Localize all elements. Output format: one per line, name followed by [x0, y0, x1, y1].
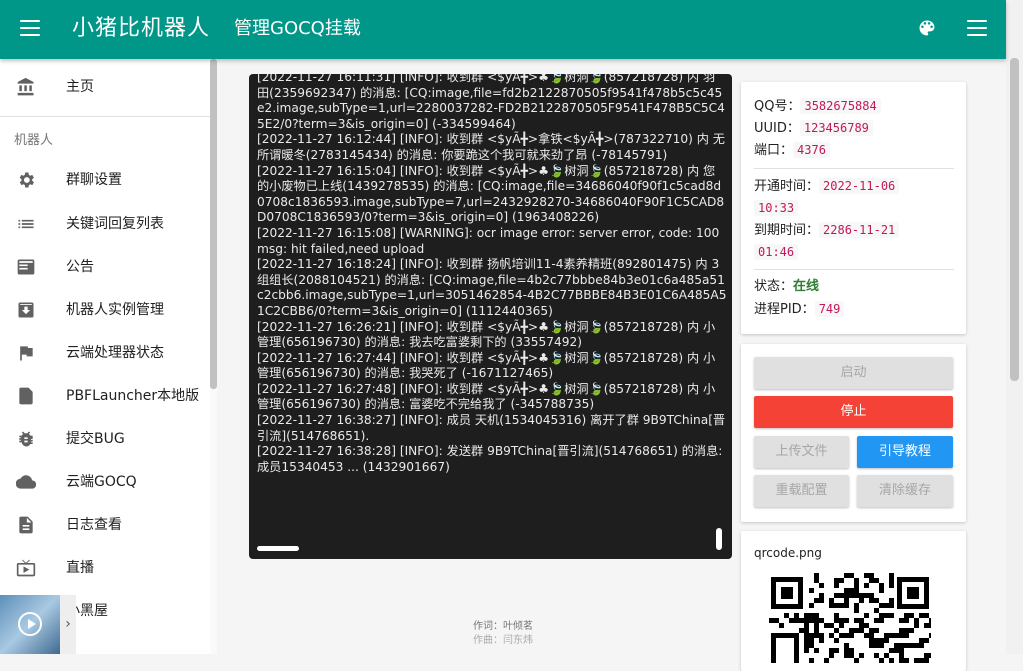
expire-time: 01:46 [754, 244, 799, 260]
window-scrollbar[interactable] [1006, 0, 1023, 654]
cloud-icon [16, 475, 36, 489]
open-time-label: 开通时间： [754, 179, 820, 194]
palette-icon[interactable] [917, 18, 937, 38]
chevron-right-icon[interactable]: › [60, 595, 76, 654]
sidebar-item-label: 直播 [66, 560, 94, 576]
sidebar-item-label: 提交BUG [66, 431, 125, 447]
archive-icon [18, 302, 34, 318]
open-time: 10:33 [754, 200, 799, 216]
music-credits: 作词：叶倾茗 作曲：闫东炜 [473, 620, 533, 648]
tv-icon [16, 559, 36, 577]
status-row: 状态：在线 [754, 277, 819, 297]
window-scrollbar-thumb[interactable] [1010, 58, 1019, 381]
open-date: 2022-11-06 [819, 178, 900, 194]
qq-row: QQ号： 3582675884 [754, 96, 881, 117]
sidebar-item-instances[interactable]: 机器人实例管理 [0, 289, 210, 332]
open-time-row: 开通时间： 2022-11-06 [754, 176, 900, 197]
bot-info-card: QQ号： 3582675884 UUID： 123456789 端口： 4376 开通… [741, 82, 966, 334]
sidebar: 主页 机器人 群聊设置 关键词回复列表 公告 机器人实例管理 云端处理器状态 P… [0, 59, 211, 654]
status-badge: 在线 [793, 279, 820, 294]
log-output: [2022-11-27 16:11:31] [INFO]: 收到群 <$yÃ╋>… [257, 74, 727, 474]
qrcode-card: qrcode.png [741, 531, 966, 671]
bank-icon [17, 77, 34, 96]
play-icon[interactable] [18, 612, 42, 636]
port-value: 4376 [793, 142, 830, 158]
sidebar-item-cloud-status[interactable]: 云端处理器状态 [0, 332, 210, 375]
sidebar-item-announcement[interactable]: 公告 [0, 246, 210, 289]
app-bar: 小猪比机器人 管理GOCQ挂载 [0, 0, 1006, 59]
sidebar-item-logs[interactable]: 日志查看 [0, 504, 210, 547]
document-icon [19, 516, 33, 534]
sidebar-item-home[interactable]: 主页 [0, 66, 210, 109]
expire-date: 2286-11-21 [819, 222, 900, 238]
actions-card: 启动 停止 上传文件 引导教程 重载配置 清除缓存 [741, 344, 966, 522]
list-icon [18, 219, 34, 229]
info-divider [754, 168, 954, 169]
stop-button[interactable]: 停止 [754, 396, 953, 428]
sidebar-item-label: 关键词回复列表 [66, 216, 164, 232]
more-menu-icon[interactable] [967, 20, 987, 38]
expire-time-row: 到期时间： 2286-11-21 [754, 220, 900, 241]
sidebar-item-group-settings[interactable]: 群聊设置 [0, 159, 210, 202]
port-label: 端口： [754, 143, 794, 158]
sidebar-section-label: 机器人 [14, 133, 54, 148]
terminal-horizontal-scrollbar[interactable] [257, 546, 299, 551]
qrcode-image [769, 573, 931, 663]
sidebar-item-label: 云端GOCQ [66, 474, 137, 490]
flag-icon [20, 346, 33, 361]
sidebar-item-label: 公告 [66, 259, 94, 275]
sidebar-item-label: 群聊设置 [66, 172, 122, 188]
expire-time-row-2: 01:46 [754, 242, 799, 263]
uuid-value: 123456789 [799, 120, 873, 136]
pid-value: 749 [814, 301, 845, 317]
music-mini-player[interactable]: › [0, 595, 76, 654]
page-title: 管理GOCQ挂载 [234, 18, 361, 39]
sidebar-divider [0, 116, 210, 117]
lyricist-credit: 作词：叶倾茗 [473, 621, 533, 632]
status-label: 状态： [754, 279, 794, 294]
sidebar-item-label: 云端处理器状态 [66, 345, 164, 361]
start-button[interactable]: 启动 [754, 357, 953, 389]
sidebar-item-label: 日志查看 [66, 517, 122, 533]
sidebar-item-keyword-replies[interactable]: 关键词回复列表 [0, 203, 210, 246]
gear-icon [19, 172, 34, 188]
uuid-label: UUID： [754, 121, 800, 136]
sidebar-item-live[interactable]: 直播 [0, 547, 210, 590]
log-terminal[interactable]: [2022-11-27 16:11:31] [INFO]: 收到群 <$yÃ╋>… [249, 74, 732, 559]
sidebar-item-label: 主页 [66, 79, 94, 95]
app-title[interactable]: 小猪比机器人 [72, 14, 210, 44]
qrcode-filename: qrcode.png [754, 546, 822, 560]
reload-config-button[interactable]: 重载配置 [754, 475, 849, 507]
expire-time-label: 到期时间： [754, 223, 820, 238]
launcher-icon [19, 387, 33, 405]
terminal-vertical-scrollbar[interactable] [716, 528, 722, 550]
bug-icon [19, 431, 33, 447]
sidebar-item-report-bug[interactable]: 提交BUG [0, 418, 210, 461]
sidebar-item-label: 机器人实例管理 [66, 302, 164, 318]
upload-file-button[interactable]: 上传文件 [754, 436, 849, 468]
sidebar-item-label: PBFLauncher本地版 [66, 388, 200, 404]
pid-label: 进程PID： [754, 302, 815, 317]
clear-cache-button[interactable]: 清除缓存 [857, 475, 953, 507]
port-row: 端口： 4376 [754, 140, 830, 161]
announcement-icon [17, 259, 35, 275]
qq-value: 3582675884 [800, 98, 881, 114]
uuid-row: UUID： 123456789 [754, 118, 873, 139]
menu-icon[interactable] [20, 20, 40, 38]
sidebar-item-cloud-gocq[interactable]: 云端GOCQ [0, 461, 210, 504]
guide-button[interactable]: 引导教程 [857, 436, 953, 468]
qq-label: QQ号： [754, 99, 801, 114]
open-time-row-2: 10:33 [754, 198, 799, 219]
composer-credit: 作曲：闫东炜 [473, 635, 533, 646]
info-divider [754, 269, 954, 270]
sidebar-scrollbar[interactable] [210, 59, 217, 654]
pid-row: 进程PID： 749 [754, 299, 845, 320]
sidebar-item-launcher[interactable]: PBFLauncher本地版 [0, 375, 210, 418]
sidebar-scrollbar-thumb[interactable] [210, 59, 217, 389]
